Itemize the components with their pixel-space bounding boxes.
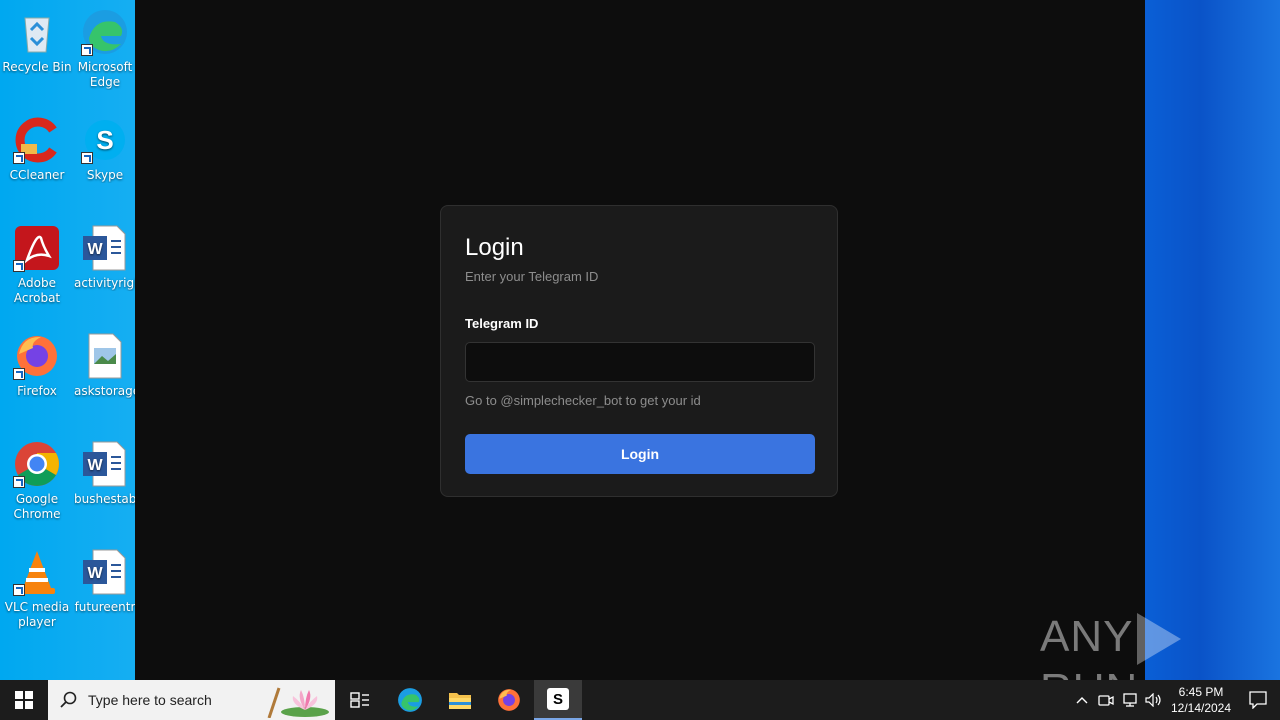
svg-text:W: W [87,241,103,258]
ccleaner-icon [13,116,61,164]
chrome-icon [13,440,61,488]
volume-icon[interactable] [1142,680,1166,720]
svg-text:S: S [96,125,113,155]
shortcut-arrow-icon [81,152,93,164]
desktop-icon-adobe-acrobat[interactable]: Adobe Acrobat [0,224,74,306]
show-hidden-icons-chevron-icon[interactable] [1070,680,1094,720]
word-doc-icon: W [81,440,129,488]
desktop-icon-microsoft-edge[interactable]: Microsoft Edge [74,8,136,90]
firefox-icon [498,689,520,711]
telegram-id-input[interactable] [465,342,815,382]
clock-date: 12/14/2024 [1170,701,1232,715]
desktop-icon-label: Recycle Bin [2,60,72,74]
svg-text:W: W [87,457,103,474]
app-window: Login Enter your Telegram ID Telegram ID… [135,0,1145,680]
firefox-icon [13,332,61,380]
meet-now-icon[interactable] [1094,680,1118,720]
search-icon [60,691,77,708]
desktop-icon-recycle-bin[interactable]: Recycle Bin [0,8,74,75]
shortcut-arrow-icon [81,44,93,56]
action-center-button[interactable] [1236,680,1280,720]
desktop-icon-vlc[interactable]: VLC media player [0,548,74,630]
desktop-icon-label: CCleaner [9,168,65,182]
svg-text:W: W [87,565,103,582]
hint-text: Go to @simplechecker_bot to get your id [465,393,701,408]
desktop-icon-label: Firefox [17,384,57,398]
taskbar-active-app-button[interactable]: S [534,680,582,720]
desktop-icon-label: Skype [86,168,124,182]
desktop-icon-label: VLC media player [4,600,70,629]
taskbar-firefox-button[interactable] [485,680,533,720]
system-tray: 6:45 PM 12/14/2024 [1070,680,1280,720]
desktop-icon-ccleaner[interactable]: CCleaner [0,116,74,183]
desktop-icon-label: Adobe Acrobat [13,276,61,305]
login-card: Login Enter your Telegram ID Telegram ID… [440,205,838,497]
desktop-icon-bushestab[interactable]: W bushestab [74,440,136,507]
shortcut-arrow-icon [13,584,25,596]
play-icon [1137,613,1182,666]
network-icon[interactable] [1118,680,1142,720]
vlc-icon [13,548,61,596]
word-doc-icon: W [81,224,129,272]
app-letter: S [552,690,563,708]
desktop-icon-activityrigh[interactable]: W activityrigh [74,224,136,291]
search-placeholder: Type here to search [88,692,212,708]
desktop-icon-google-chrome[interactable]: Google Chrome [0,440,74,522]
app-s-icon: S [547,688,569,710]
notification-icon [1249,691,1267,709]
desktop-icon-label: bushestab [74,492,136,506]
telegram-id-label: Telegram ID [465,316,539,331]
recycle-bin-icon [13,8,61,56]
edge-icon [398,688,422,712]
taskbar-search-box[interactable]: Type here to search [48,680,335,720]
image-file-icon [81,332,129,380]
search-highlight-lotus-icon [267,687,329,718]
skype-icon: S [81,116,129,164]
taskbar-clock[interactable]: 6:45 PM 12/14/2024 [1166,684,1236,716]
folder-icon [449,693,471,709]
login-button[interactable]: Login [465,434,815,474]
start-button[interactable] [0,680,48,720]
desktop-icon-label: Microsoft Edge [77,60,133,89]
shortcut-arrow-icon [13,260,25,272]
taskbar-file-explorer-button[interactable] [436,680,484,720]
taskbar: Type here to search S 6:45 PM 12/14/2024 [0,680,1280,720]
shortcut-arrow-icon [13,368,25,380]
task-view-button[interactable] [336,680,384,720]
desktop-icon-label: futureentr [74,600,136,614]
word-doc-icon: W [81,548,129,596]
desktop-icon-skype[interactable]: S Skype [74,116,136,183]
watermark-left-text: ANY [1040,612,1134,661]
shortcut-arrow-icon [13,152,25,164]
login-title: Login [465,234,524,261]
login-subtitle: Enter your Telegram ID [465,269,599,284]
shortcut-arrow-icon [13,476,25,488]
acrobat-icon [13,224,61,272]
desktop-icon-label: Google Chrome [13,492,61,521]
desktop-icon-firefox[interactable]: Firefox [0,332,74,399]
edge-icon [81,8,129,56]
task-view-icon [350,692,369,708]
clock-time: 6:45 PM [1178,685,1224,699]
taskbar-edge-button[interactable] [386,680,434,720]
desktop-icon-label: activityrigh [74,276,136,290]
windows-logo-icon [15,691,33,709]
desktop-icon-label: askstorage. [74,384,136,398]
desktop-icon-futureentr[interactable]: W futureentr [74,548,136,615]
desktop-icon-askstorage[interactable]: askstorage. [74,332,136,399]
